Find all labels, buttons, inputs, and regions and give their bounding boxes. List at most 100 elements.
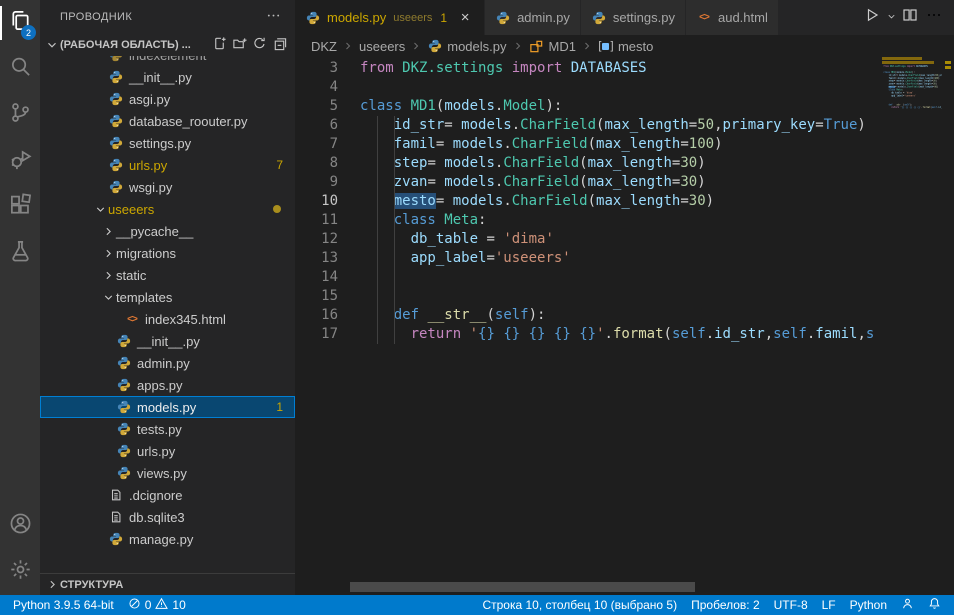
activity-item-run-and-debug[interactable] — [0, 138, 40, 184]
tree-item[interactable]: useeers — [40, 198, 295, 220]
tree-item[interactable]: templates — [40, 286, 295, 308]
views-more-button[interactable] — [263, 7, 283, 27]
indent-guide — [394, 116, 395, 344]
activity-item-explorer[interactable]: 2 — [0, 0, 40, 46]
breadcrumb-item[interactable]: MD1 — [529, 38, 576, 54]
code-line[interactable]: 16 def __str__(self): — [295, 306, 880, 325]
tree-item[interactable]: .dcignore — [40, 484, 295, 506]
line-number: 10 — [295, 192, 338, 211]
collapse-all-button[interactable] — [269, 35, 289, 55]
editor-tab[interactable]: admin.py — [485, 0, 581, 35]
code-line[interactable]: 3from DKZ.settings import DATABASES — [295, 59, 880, 78]
status-indentation[interactable]: Пробелов: 2 — [684, 595, 767, 615]
status-eol[interactable]: LF — [815, 595, 843, 615]
breadcrumb-label: mesto — [618, 39, 653, 54]
tree-item[interactable]: asgi.py — [40, 88, 295, 110]
code-line[interactable]: 13 app_label='useeers' — [295, 249, 880, 268]
split-editor-button[interactable] — [898, 5, 922, 31]
status-python-version[interactable]: Python 3.9.5 64-bit — [6, 595, 121, 615]
status-encoding[interactable]: UTF-8 — [767, 595, 815, 615]
new-file-button[interactable] — [209, 35, 229, 55]
breadcrumb-item[interactable]: DKZ — [311, 39, 337, 54]
tree-item-label: __init__.py — [129, 70, 192, 85]
minimap-highlight-line — [882, 61, 934, 64]
code-line[interactable]: 14 — [295, 268, 880, 287]
tree-item[interactable]: __pycache__ — [40, 220, 295, 242]
tree-item[interactable]: migrations — [40, 242, 295, 264]
code-line[interactable]: 8 step= models.CharField(max_length=30) — [295, 154, 880, 173]
tree-item[interactable]: db.sqlite3 — [40, 506, 295, 528]
run-button[interactable] — [860, 5, 884, 31]
gear-icon — [9, 558, 32, 586]
tree-item[interactable]: urls.py — [40, 440, 295, 462]
tree-item[interactable]: __init__.py — [40, 330, 295, 352]
activity-item-accounts[interactable] — [0, 503, 40, 549]
workspace-section-header[interactable]: (РАБОЧАЯ ОБЛАСТЬ) ... — [40, 34, 295, 56]
tree-item[interactable]: __init__.py — [40, 66, 295, 88]
breadcrumb-item[interactable]: models.py — [427, 38, 506, 54]
tree-item[interactable]: apps.py — [40, 374, 295, 396]
code-line[interactable]: 12 db_table = 'dima' — [295, 230, 880, 249]
extensions-icon — [9, 193, 32, 221]
tree-item[interactable]: settings.py — [40, 132, 295, 154]
code-line[interactable]: 6 id_str= models.CharField(max_length=50… — [295, 116, 880, 135]
code-line[interactable]: 7 famil= models.CharField(max_length=100… — [295, 135, 880, 154]
tree-item[interactable]: views.py — [40, 462, 295, 484]
editor-tab[interactable]: settings.py — [581, 0, 686, 35]
run-options-button[interactable] — [884, 5, 898, 31]
refresh-button[interactable] — [249, 35, 269, 55]
tree-item[interactable]: manage.py — [40, 528, 295, 550]
code-editor[interactable]: 3from DKZ.settings import DATABASES45cla… — [295, 57, 954, 595]
code-line-text — [338, 268, 880, 287]
error-icon — [128, 597, 141, 613]
breadcrumb: DKZ useeers models.py MD1 []mesto — [295, 35, 954, 57]
file-tree: indexelement __init__.py asgi.pydatabase_r… — [40, 56, 295, 573]
code-line[interactable]: return '{} {} {} {} {}'.format(self.id_s… — [880, 106, 942, 109]
outline-section-header[interactable]: СТРУКТУРА — [40, 573, 295, 595]
tree-item[interactable]: tests.py — [40, 418, 295, 440]
tree-item-label: useeers — [108, 202, 154, 217]
breadcrumb-item[interactable]: useeers — [359, 39, 405, 54]
status-notifications[interactable] — [921, 595, 948, 615]
editor-tab[interactable]: models.pyuseeers1× — [295, 0, 485, 35]
code-line-text: db_table = 'dima' — [338, 230, 880, 249]
code-line[interactable]: 10 mesto= models.CharField(max_length=30… — [295, 192, 880, 211]
chevron-spacer — [100, 333, 116, 349]
status-label: LF — [822, 598, 836, 612]
close-icon[interactable]: × — [456, 9, 474, 27]
horizontal-scrollbar[interactable] — [350, 582, 695, 592]
tree-item[interactable]: urls.py7 — [40, 154, 295, 176]
status-cursor-position[interactable]: Строка 10, столбец 10 (выбрано 5) — [475, 595, 684, 615]
breadcrumb-item[interactable]: []mesto — [598, 38, 653, 54]
status-language-mode[interactable]: Python — [843, 595, 894, 615]
tree-item[interactable]: database_roouter.py — [40, 110, 295, 132]
tree-item[interactable]: admin.py — [40, 352, 295, 374]
code-line[interactable]: 15 — [295, 287, 880, 306]
minimap[interactable]: from DKZ.settings import DATABASESclass … — [880, 57, 942, 277]
code-line[interactable]: 9 zvan= models.CharField(max_length=30) — [295, 173, 880, 192]
status-feedback[interactable] — [894, 595, 921, 615]
activity-item-testing[interactable] — [0, 230, 40, 276]
activity-item-manage[interactable] — [0, 549, 40, 595]
tree-item[interactable]: models.py1 — [40, 396, 295, 418]
more-actions-button[interactable] — [922, 5, 946, 31]
code-line-text: zvan= models.CharField(max_length=30) — [338, 173, 880, 192]
tab-label: settings.py — [613, 10, 675, 25]
code-line[interactable]: 11 class Meta: — [295, 211, 880, 230]
chevron-spacer — [108, 311, 124, 327]
editor-tab[interactable]: <>aud.html — [686, 0, 779, 35]
activity-item-search[interactable] — [0, 46, 40, 92]
code-line[interactable]: 17 return '{} {} {} {} {}'.format(self.i… — [295, 325, 880, 344]
tree-item[interactable]: wsgi.py — [40, 176, 295, 198]
tree-item[interactable]: static — [40, 264, 295, 286]
activity-item-extensions[interactable] — [0, 184, 40, 230]
tree-item[interactable]: indexelement — [40, 56, 295, 66]
status-problems[interactable]: 010 — [121, 595, 193, 615]
new-folder-button[interactable] — [229, 35, 249, 55]
tree-item[interactable]: <>index345.html — [40, 308, 295, 330]
code-line[interactable]: 4 — [295, 78, 880, 97]
line-number: 15 — [295, 287, 338, 306]
chevron-down-icon — [92, 201, 108, 217]
code-line[interactable]: 5class MD1(models.Model): — [295, 97, 880, 116]
activity-item-source-control[interactable] — [0, 92, 40, 138]
